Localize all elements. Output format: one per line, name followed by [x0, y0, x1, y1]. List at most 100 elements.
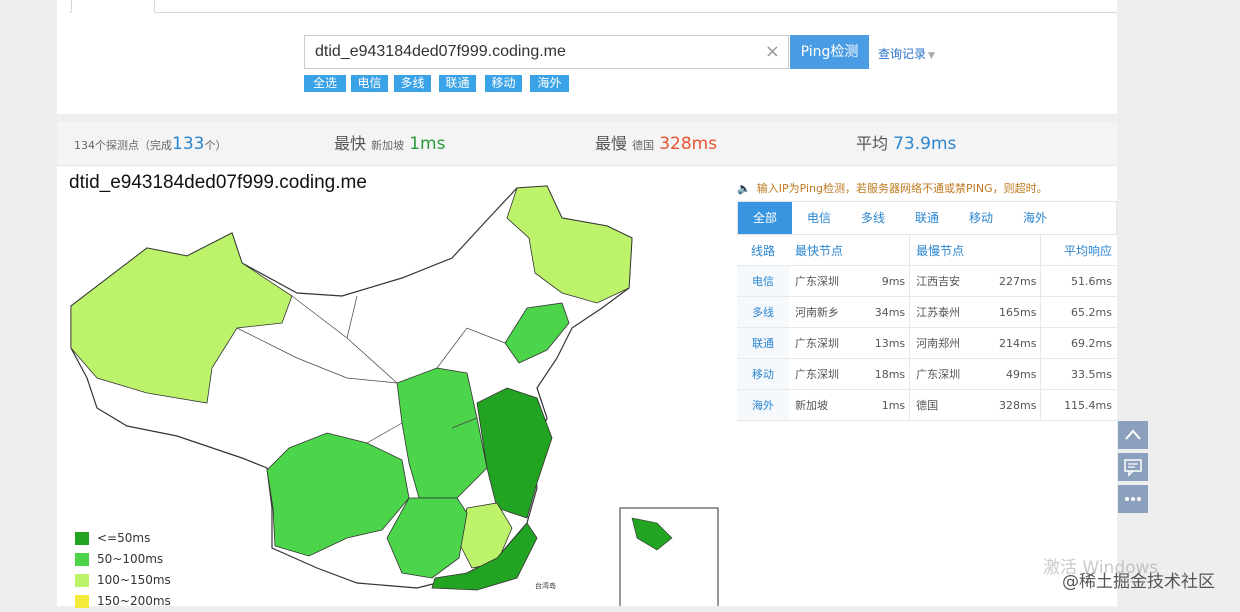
row-line: 海外 — [737, 389, 789, 421]
slowest-stat: 最慢 德国 328ms — [595, 122, 717, 165]
fastest-value: 1ms — [409, 134, 446, 154]
fast-loc: 新加坡 — [789, 389, 861, 421]
inset-label: 台湾岛 — [535, 581, 556, 590]
clear-icon[interactable]: × — [765, 41, 780, 62]
slowest-value: 328ms — [659, 134, 718, 154]
fast-ms: 13ms — [860, 327, 911, 359]
fast-loc: 广东深圳 — [789, 358, 861, 390]
legend-label: 50~100ms — [97, 552, 164, 566]
slow-loc: 江西吉安 — [909, 265, 982, 297]
tab-telecom[interactable]: 电信 — [792, 202, 846, 234]
results-content: dtid_e943184ded07f999.coding.me 台湾岛 <=50… — [57, 166, 1117, 608]
completed-count: 133 — [172, 134, 205, 154]
result-panel: 全部 电信 多线 联通 移动 海外 线路 最快节点 最慢节点 平均响应 电信 广… — [737, 201, 1117, 421]
row-line: 电信 — [737, 265, 789, 297]
tab-ping[interactable] — [71, 0, 155, 13]
col-avg: 平均响应 — [1040, 235, 1117, 266]
fast-loc: 广东深圳 — [789, 327, 861, 359]
tab-multiline[interactable]: 多线 — [846, 202, 900, 234]
average-stat: 平均 73.9ms — [856, 122, 956, 165]
notice: 🔈 输入IP为Ping检测，若服务器网络不通或禁PING，则超时。 — [737, 180, 1048, 196]
fastest-stat: 最快 新加坡 1ms — [334, 122, 445, 165]
tab-unicom[interactable]: 联通 — [900, 202, 954, 234]
more-icon — [1125, 497, 1141, 501]
table-row: 海外 新加坡 1ms 德国 328ms 115.4ms — [737, 389, 1117, 421]
slow-ms: 214ms — [981, 327, 1042, 359]
tab-all[interactable]: 全部 — [738, 202, 792, 234]
result-tabs: 全部 电信 多线 联通 移动 海外 — [737, 201, 1117, 235]
map-legend: <=50ms 50~100ms 100~150ms 150~200ms — [75, 528, 171, 612]
avg-ms: 65.2ms — [1040, 296, 1117, 328]
legend-item: 150~200ms — [75, 591, 171, 612]
ping-button[interactable]: Ping检测 — [790, 35, 869, 69]
fast-ms: 34ms — [860, 296, 911, 328]
probe-count: 134个探测点（完成133个） — [74, 122, 226, 165]
avg-ms: 115.4ms — [1040, 389, 1117, 421]
notice-text: 输入IP为Ping检测，若服务器网络不通或禁PING，则超时。 — [756, 182, 1048, 195]
chevron-up-icon — [1125, 429, 1141, 440]
average-value: 73.9ms — [893, 134, 957, 154]
legend-label: 100~150ms — [97, 573, 171, 587]
fast-ms: 18ms — [860, 358, 911, 390]
search-box: × — [304, 35, 789, 69]
slow-loc: 河南郑州 — [909, 327, 982, 359]
col-slowest: 最慢节点 — [909, 235, 1042, 266]
legend-swatch — [75, 574, 89, 587]
avg-ms: 33.5ms — [1040, 358, 1117, 390]
legend-label: <=50ms — [97, 531, 151, 545]
stats-bar: 134个探测点（完成133个） 最快 新加坡 1ms 最慢 德国 328ms 平… — [57, 122, 1117, 166]
legend-item: <=50ms — [75, 528, 171, 549]
slowest-label: 最慢 — [595, 134, 628, 153]
feedback-button[interactable] — [1118, 453, 1148, 481]
tab-overseas[interactable]: 海外 — [1008, 202, 1062, 234]
legend-swatch — [75, 553, 89, 566]
table-row: 电信 广东深圳 9ms 江西吉安 227ms 51.6ms — [737, 265, 1117, 297]
fast-loc: 广东深圳 — [789, 265, 861, 297]
slow-ms: 227ms — [981, 265, 1042, 297]
legend-item: 100~150ms — [75, 570, 171, 591]
fast-ms: 1ms — [860, 389, 911, 421]
avg-ms: 69.2ms — [1040, 327, 1117, 359]
history-dropdown[interactable]: 查询记录 ▼ — [878, 45, 935, 62]
filter-multiline-button[interactable]: 多线 — [394, 75, 431, 92]
legend-swatch — [75, 595, 89, 608]
avg-ms: 51.6ms — [1040, 265, 1117, 297]
legend-item: 50~100ms — [75, 549, 171, 570]
row-line: 多线 — [737, 296, 789, 328]
filter-overseas-button[interactable]: 海外 — [530, 75, 569, 92]
probe-suffix: 个） — [204, 139, 227, 152]
chevron-down-icon: ▼ — [928, 51, 935, 61]
legend-swatch — [75, 532, 89, 545]
filter-unicom-button[interactable]: 联通 — [439, 75, 476, 92]
fastest-place: 新加坡 — [371, 139, 405, 152]
filter-telecom-button[interactable]: 电信 — [351, 75, 388, 92]
credit-text: @稀土掘金技术社区 — [1062, 572, 1215, 592]
average-label: 平均 — [856, 134, 889, 153]
comment-icon — [1124, 459, 1142, 477]
row-line: 移动 — [737, 358, 789, 390]
filter-mobile-button[interactable]: 移动 — [485, 75, 522, 92]
search-panel: × Ping检测 查询记录▼ 全选 电信 多线 联通 移动 海外 — [57, 0, 1117, 114]
history-label: 查询记录 — [878, 47, 927, 61]
tab-mobile[interactable]: 移动 — [954, 202, 1008, 234]
slow-ms: 49ms — [981, 358, 1042, 390]
slow-ms: 328ms — [981, 389, 1042, 421]
speaker-icon: 🔈 — [737, 182, 751, 195]
slow-ms: 165ms — [981, 296, 1042, 328]
table-header: 线路 最快节点 最慢节点 平均响应 — [737, 235, 1117, 266]
slow-loc: 广东深圳 — [909, 358, 982, 390]
table-row: 移动 广东深圳 18ms 广东深圳 49ms 33.5ms — [737, 358, 1117, 390]
probe-prefix: 134个探测点（完成 — [74, 139, 172, 152]
filter-all-button[interactable]: 全选 — [304, 75, 346, 92]
table-row: 多线 河南新乡 34ms 江苏泰州 165ms 65.2ms — [737, 296, 1117, 328]
more-button[interactable] — [1118, 485, 1148, 513]
slow-loc: 江苏泰州 — [909, 296, 982, 328]
fast-ms: 9ms — [860, 265, 911, 297]
slow-loc: 德国 — [909, 389, 982, 421]
tool-tabs — [69, 0, 1117, 13]
fastest-label: 最快 — [334, 134, 367, 153]
search-input[interactable] — [305, 36, 755, 68]
col-line: 线路 — [737, 235, 789, 266]
result-table: 线路 最快节点 最慢节点 平均响应 电信 广东深圳 9ms 江西吉安 227ms… — [737, 235, 1117, 421]
back-to-top-button[interactable] — [1118, 421, 1148, 449]
